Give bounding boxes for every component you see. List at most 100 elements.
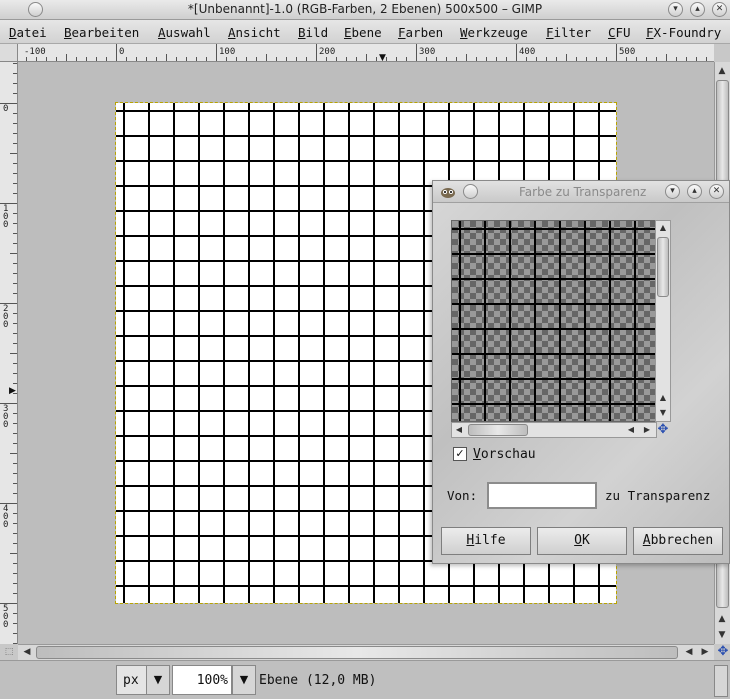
menu-bild[interactable]: Bild xyxy=(298,25,328,40)
checker-cell xyxy=(488,311,494,317)
dialog-close-button[interactable]: ✕ xyxy=(709,184,724,199)
checker-cell xyxy=(566,347,572,353)
checker-cell xyxy=(626,413,632,419)
checker-cell xyxy=(488,221,494,227)
scroll-right-icon[interactable]: ▶ xyxy=(640,423,654,437)
checker-cell xyxy=(464,341,470,347)
ok-button[interactable]: OK xyxy=(537,527,627,555)
cancel-progress-button[interactable] xyxy=(714,665,728,697)
ruler-tick xyxy=(13,523,17,524)
preview-horizontal-scrollbar[interactable]: ◀ ◀ ▶ xyxy=(451,422,657,438)
checker-cell xyxy=(638,281,644,287)
checker-cell xyxy=(512,221,518,227)
horizontal-ruler[interactable]: -100 0 100 200 300 400 500 ▼ xyxy=(18,44,714,62)
ruler-tick xyxy=(406,57,407,61)
menu-auswahl[interactable]: Auswahl xyxy=(158,25,211,40)
checker-cell xyxy=(476,293,482,299)
scroll-right-icon[interactable]: ▶ xyxy=(698,645,712,659)
checker-cell xyxy=(476,413,482,419)
ruler-tick xyxy=(656,57,657,61)
checker-cell xyxy=(488,263,494,269)
menu-cfu[interactable]: CFU xyxy=(608,25,631,40)
ruler-tick xyxy=(10,453,17,454)
checker-cell xyxy=(494,341,500,347)
preview-v-thumb[interactable] xyxy=(657,237,669,297)
checker-cell xyxy=(464,233,470,239)
menu-ebene[interactable]: Ebene xyxy=(344,25,382,40)
scroll-down-icon[interactable]: ▼ xyxy=(656,406,670,420)
checker-cell xyxy=(470,335,476,341)
ruler-tick xyxy=(13,123,17,124)
preview-h-thumb[interactable] xyxy=(468,424,528,436)
checker-cell xyxy=(512,233,518,239)
color-to-alpha-dialog: Farbe zu Transparenz ▾ ▴ ✕ ▲ ▲ ▼ ◀ ◀ ▶ ✥… xyxy=(432,180,730,564)
scroll-up-icon[interactable]: ▲ xyxy=(715,612,729,626)
preview-checkbox[interactable]: ✓ xyxy=(453,447,467,461)
checker-cell xyxy=(614,365,620,371)
preview-vertical-scrollbar[interactable]: ▲ ▲ ▼ xyxy=(655,220,671,422)
unit-dropdown-button[interactable]: ▼ xyxy=(146,665,170,695)
preview-area[interactable] xyxy=(451,220,657,422)
help-button[interactable]: Hilfe xyxy=(441,527,531,555)
zoom-input[interactable]: 100% xyxy=(172,665,232,695)
dialog-menu-button[interactable] xyxy=(463,184,478,199)
ruler-tick xyxy=(336,57,337,61)
checker-cell xyxy=(524,359,530,365)
scroll-up-icon[interactable]: ▲ xyxy=(656,221,670,235)
minimize-button[interactable]: ▾ xyxy=(668,2,683,17)
window-title: *[Unbenannt]-1.0 (RGB-Farben, 2 Ebenen) … xyxy=(187,2,543,16)
dialog-minimize-button[interactable]: ▾ xyxy=(665,184,680,199)
ruler-tick xyxy=(13,113,17,114)
navigate-icon[interactable]: ✥ xyxy=(716,645,730,659)
checker-cell xyxy=(464,305,470,311)
menu-filter[interactable]: Filter xyxy=(546,25,591,40)
checker-cell xyxy=(488,245,494,251)
ruler-tick xyxy=(266,54,267,61)
checker-cell xyxy=(536,281,542,287)
scroll-up-icon[interactable]: ▲ xyxy=(656,391,670,405)
checker-cell xyxy=(476,383,482,389)
checker-cell xyxy=(464,269,470,275)
checker-cell xyxy=(644,359,650,365)
vertical-ruler[interactable]: 0 100 200 300 400 500 ▶ xyxy=(0,62,18,644)
scroll-left-icon[interactable]: ◀ xyxy=(624,423,638,437)
checker-cell xyxy=(638,383,644,389)
checker-cell xyxy=(518,341,524,347)
preview-navigate-icon[interactable]: ✥ xyxy=(655,422,671,438)
checker-cell xyxy=(614,311,620,317)
menu-farben[interactable]: Farben xyxy=(398,25,443,40)
checker-cell xyxy=(452,395,458,401)
checker-cell xyxy=(626,317,632,323)
scroll-left-icon[interactable]: ◀ xyxy=(20,645,34,659)
ruler-tick xyxy=(566,54,567,61)
scroll-left-icon[interactable]: ◀ xyxy=(682,645,696,659)
menu-werkzeuge[interactable]: Werkzeuge xyxy=(460,25,528,40)
checker-cell xyxy=(578,281,584,287)
from-color-button[interactable] xyxy=(487,482,597,509)
menu-fx-foundry[interactable]: FX-Foundry xyxy=(646,25,721,40)
close-button[interactable]: ✕ xyxy=(712,2,727,17)
ruler-tick xyxy=(506,57,507,61)
menu-bearbeiten[interactable]: Bearbeiten xyxy=(64,25,139,40)
checker-cell xyxy=(500,257,506,263)
preview-checkbox-label[interactable]: Vorschau xyxy=(473,447,536,462)
scroll-up-icon[interactable]: ▲ xyxy=(715,64,729,78)
checker-cell xyxy=(476,239,482,245)
menu-datei[interactable]: Datei xyxy=(9,25,47,40)
menu-ansicht[interactable]: Ansicht xyxy=(228,25,281,40)
horizontal-scroll-thumb[interactable] xyxy=(36,646,678,659)
checker-cell xyxy=(572,317,578,323)
zoom-dropdown-button[interactable]: ▼ xyxy=(232,665,256,695)
quick-mask-icon[interactable]: ⬚ xyxy=(2,645,16,659)
checker-cell xyxy=(518,347,524,353)
checker-cell xyxy=(626,347,632,353)
horizontal-scrollbar[interactable]: ◀ ◀ ▶ xyxy=(18,644,714,660)
dialog-maximize-button[interactable]: ▴ xyxy=(687,184,702,199)
ruler-corner-toggle[interactable] xyxy=(0,44,18,62)
scroll-left-icon[interactable]: ◀ xyxy=(452,423,466,437)
maximize-button[interactable]: ▴ xyxy=(690,2,705,17)
checker-cell xyxy=(452,287,458,293)
checker-cell xyxy=(452,293,458,299)
scroll-down-icon[interactable]: ▼ xyxy=(715,628,729,642)
cancel-button[interactable]: Abbrechen xyxy=(633,527,723,555)
